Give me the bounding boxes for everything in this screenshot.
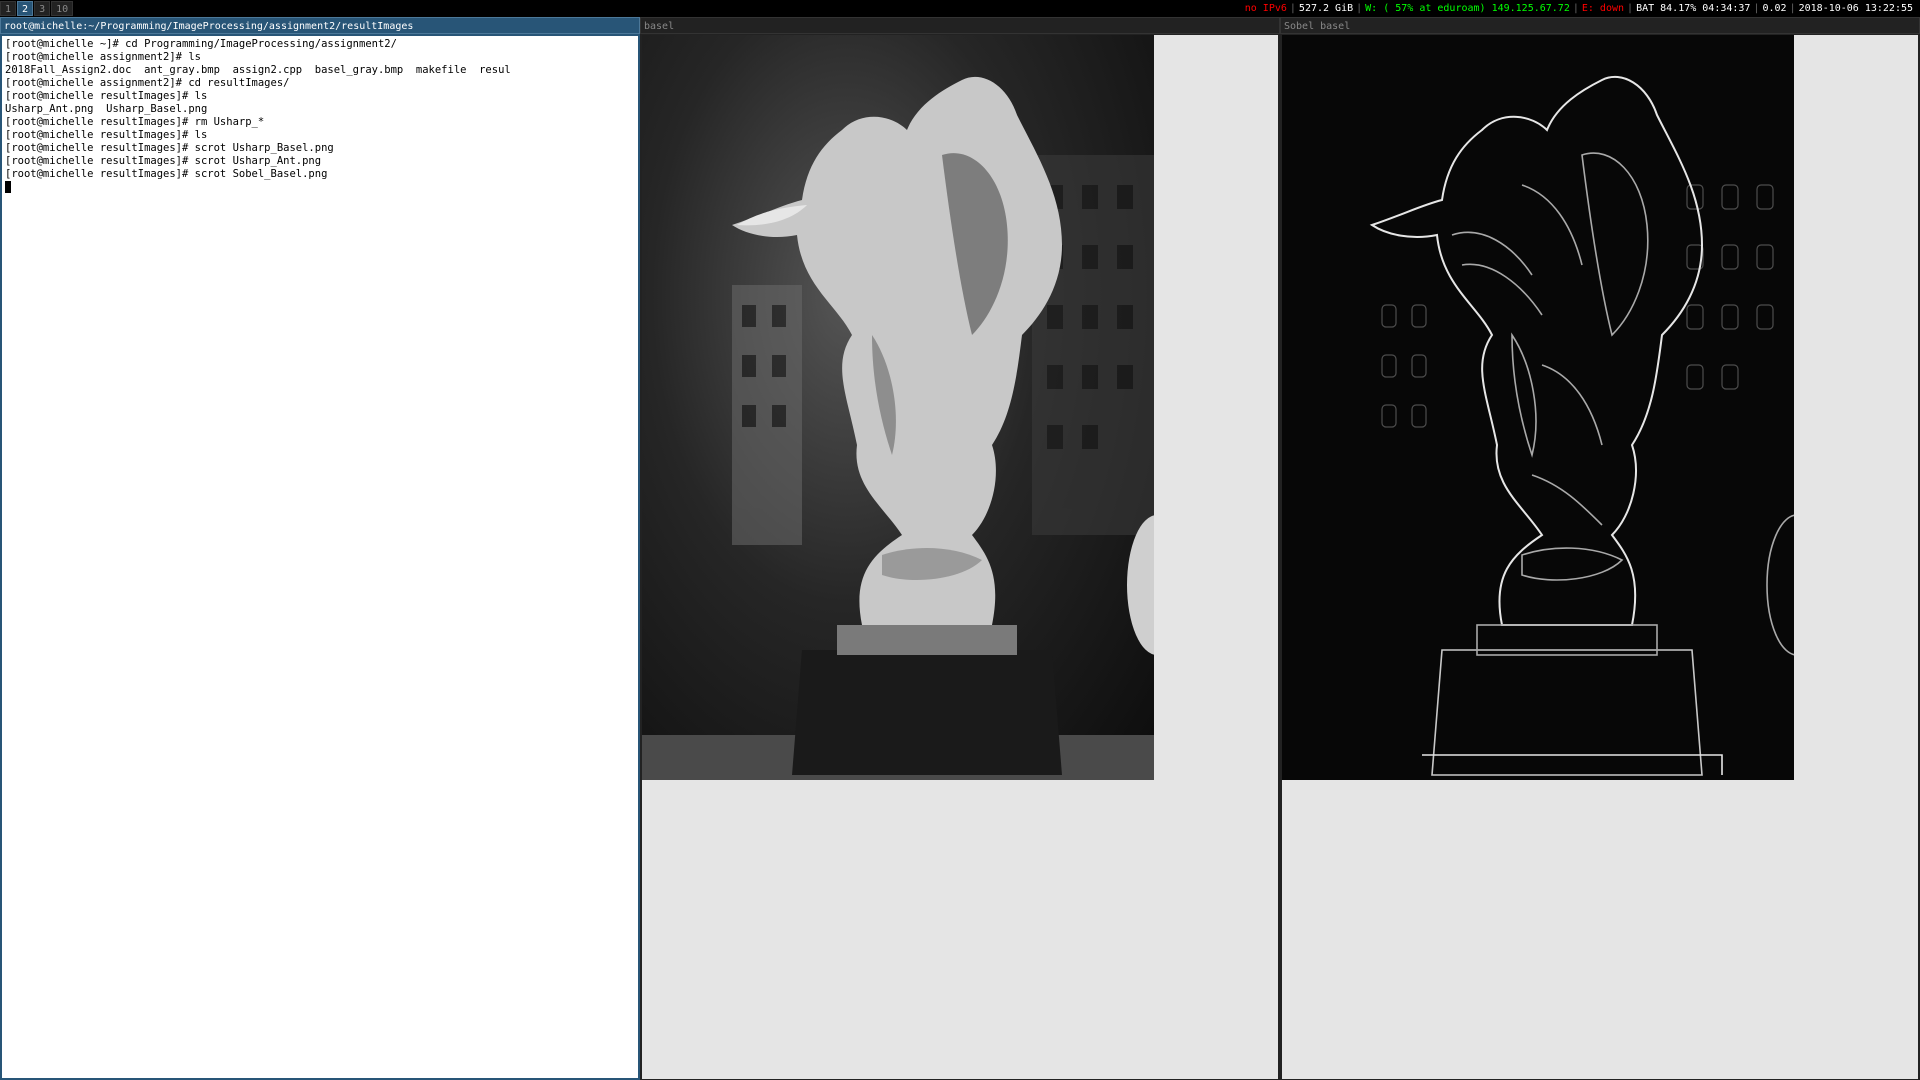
status-block: W: ( 57% at eduroam) 149.125.67.72 bbox=[1365, 3, 1570, 14]
terminal-line: 2018Fall_Assign2.doc ant_gray.bmp assign… bbox=[5, 64, 511, 76]
terminal-line: [root@michelle resultImages]# scrot Sobe… bbox=[5, 168, 328, 180]
terminal-line: [root@michelle assignment2]# ls bbox=[5, 51, 201, 63]
gargoyle-sobel-edge-image bbox=[1282, 35, 1794, 780]
terminal-line: [root@michelle resultImages]# scrot Usha… bbox=[5, 155, 322, 167]
workspace-button-1[interactable]: 1 bbox=[0, 1, 17, 16]
workspace-button-10[interactable]: 10 bbox=[51, 1, 74, 16]
terminal-title-text: root@michelle:~/Programming/ImageProcess… bbox=[4, 21, 414, 32]
status-block: E: down bbox=[1581, 3, 1625, 14]
terminal-line: [root@michelle resultImages]# scrot Usha… bbox=[5, 142, 334, 154]
terminal-line: [root@michelle resultImages]# rm Usharp_… bbox=[5, 116, 265, 128]
status-block: 2018-10-06 13:22:55 bbox=[1798, 3, 1913, 14]
workspace-button-2[interactable]: 2 bbox=[17, 1, 34, 16]
workspace-list: 1 2 3 10 bbox=[0, 0, 74, 17]
status-block: BAT 84.17% 04:34:37 bbox=[1636, 3, 1751, 14]
image-viewer-basel[interactable] bbox=[641, 34, 1279, 1080]
terminal-line: [root@michelle resultImages]# ls bbox=[5, 90, 208, 102]
terminal-line: Usharp_Ant.png Usharp_Basel.png bbox=[5, 103, 208, 115]
image-viewer-title-text: basel bbox=[644, 21, 675, 32]
terminal-line: [root@michelle ~]# cd Programming/ImageP… bbox=[5, 38, 397, 50]
terminal-line: [root@michelle assignment2]# cd resultIm… bbox=[5, 77, 290, 89]
image-viewer-title-bar[interactable]: basel bbox=[640, 17, 1280, 34]
gargoyle-grayscale-image bbox=[642, 35, 1154, 780]
image-viewer-title-text: Sobel basel bbox=[1284, 21, 1351, 32]
image-viewer-sobel-basel[interactable] bbox=[1281, 34, 1919, 1080]
status-block: 0.02 bbox=[1762, 3, 1787, 14]
text-cursor bbox=[5, 181, 11, 193]
i3-status-bar: 1 2 3 10 no IPv6 | 527.2 GiB | W: ( 57% at edur… bbox=[0, 0, 1920, 17]
image-viewer-title-bar[interactable]: Sobel basel bbox=[1280, 17, 1920, 34]
status-blocks: no IPv6 | 527.2 GiB | W: ( 57% at eduroam) 1… bbox=[1242, 0, 1916, 17]
status-block: 527.2 GiB bbox=[1298, 3, 1354, 14]
workspace-button-3[interactable]: 3 bbox=[34, 1, 51, 16]
status-block: no IPv6 bbox=[1244, 3, 1287, 14]
terminal-window[interactable]: [root@michelle ~]# cd Programming/ImageP… bbox=[0, 34, 640, 1080]
terminal-output: [root@michelle ~]# cd Programming/ImageP… bbox=[5, 38, 635, 181]
terminal-line: [root@michelle resultImages]# ls bbox=[5, 129, 208, 141]
terminal-title-bar[interactable]: root@michelle:~/Programming/ImageProcess… bbox=[0, 17, 640, 34]
